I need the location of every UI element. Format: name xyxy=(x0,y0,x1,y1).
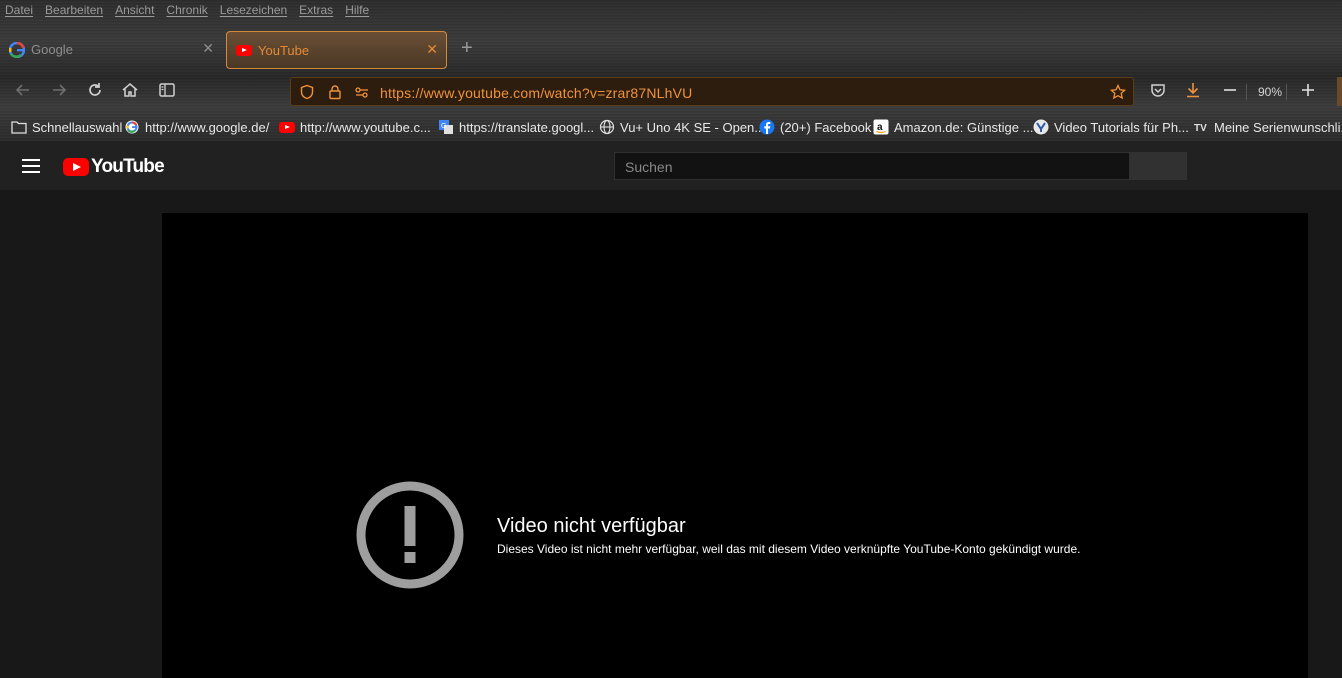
menu-hilfe[interactable]: Hilfe xyxy=(345,3,369,17)
svg-text:TV: TV xyxy=(1194,123,1207,134)
tv-icon: TV xyxy=(1193,119,1209,135)
url-prefix: https://www. xyxy=(380,85,458,101)
translate-icon: G xyxy=(438,119,454,135)
star-icon[interactable] xyxy=(1109,83,1127,100)
bookmark-google[interactable]: http://www.google.de/ xyxy=(124,119,269,135)
menu-extras[interactable]: Extras xyxy=(299,3,333,17)
folder-icon xyxy=(11,119,27,135)
menu-datei[interactable]: Datei xyxy=(5,3,33,17)
browser-chrome: Datei Bearbeiten Ansicht Chronik Lesezei… xyxy=(0,0,1342,141)
home-icon[interactable] xyxy=(119,81,141,103)
menu-ansicht[interactable]: Ansicht xyxy=(115,3,154,17)
globe-icon xyxy=(599,119,615,135)
toolbar-separator xyxy=(1286,84,1287,100)
youtube-play-icon xyxy=(63,158,89,176)
google-icon xyxy=(8,41,26,59)
new-tab-button[interactable]: + xyxy=(461,38,473,58)
permissions-icon[interactable] xyxy=(354,84,370,100)
zoom-in-icon[interactable] xyxy=(1297,81,1319,103)
bookmark-vu-uno[interactable]: Vu+ Uno 4K SE - Open... xyxy=(599,119,765,135)
bookmark-label: Amazon.de: Günstige ... xyxy=(894,119,1034,135)
svg-text:G: G xyxy=(441,123,446,130)
error-title: Video nicht verfügbar xyxy=(497,515,686,537)
menu-icon[interactable] xyxy=(22,159,40,173)
bookmark-amazon[interactable]: a Amazon.de: Günstige ... xyxy=(873,119,1033,135)
sidebar-icon[interactable] xyxy=(156,81,178,103)
bookmark-youtube[interactable]: http://www.youtube.c... xyxy=(279,119,431,135)
google-icon xyxy=(124,119,140,135)
bookmark-label: https://translate.googl... xyxy=(459,119,595,135)
youtube-icon xyxy=(236,43,252,59)
bookmark-schnellauswahl[interactable]: Schnellauswahl xyxy=(11,119,122,135)
bookmark-label: Video Tutorials für Ph... xyxy=(1054,119,1189,135)
bookmark-facebook[interactable]: (20+) Facebook xyxy=(759,119,871,135)
tab-google[interactable]: Google ✕ xyxy=(0,31,222,69)
error-message: Dieses Video ist nicht mehr verfügbar, w… xyxy=(497,542,1081,556)
tab-label: YouTube xyxy=(258,43,310,58)
url-path: /watch?v=zrar87NLhVU xyxy=(540,85,693,101)
search-input[interactable]: Suchen xyxy=(614,152,1130,180)
menu-bearbeiten[interactable]: Bearbeiten xyxy=(45,3,103,17)
close-icon[interactable]: ✕ xyxy=(202,40,214,57)
address-bar[interactable]: https://www.youtube.com/watch?v=zrar87NL… xyxy=(290,77,1134,106)
tab-youtube[interactable]: YouTube ✕ xyxy=(226,31,447,69)
reload-icon[interactable] xyxy=(84,81,106,103)
menu-bar: Datei Bearbeiten Ansicht Chronik Lesezei… xyxy=(0,0,375,20)
back-icon[interactable] xyxy=(12,81,34,103)
svg-text:a: a xyxy=(877,122,883,133)
navigation-toolbar: https://www.youtube.com/watch?v=zrar87NL… xyxy=(0,73,1342,111)
youtube-wordmark: YouTube xyxy=(91,156,165,177)
bookmark-label: Schnellauswahl xyxy=(32,119,123,135)
close-icon[interactable]: ✕ xyxy=(426,41,438,58)
shield-icon[interactable] xyxy=(299,84,315,100)
youtube-header: YouTube Suchen xyxy=(0,141,1342,190)
bookmark-label: http://www.google.de/ xyxy=(145,119,270,135)
facebook-icon xyxy=(759,119,775,135)
menu-chronik[interactable]: Chronik xyxy=(166,3,207,17)
url-host: youtube.com xyxy=(457,85,541,101)
bookmark-label: Vu+ Uno 4K SE - Open... xyxy=(620,119,766,135)
zoom-out-icon[interactable] xyxy=(1219,81,1241,103)
video-player[interactable]: Video nicht verfügbar Dieses Video ist n… xyxy=(162,213,1308,678)
download-icon[interactable] xyxy=(1182,81,1204,103)
tutorials-icon xyxy=(1033,119,1049,135)
alert-icon xyxy=(356,481,464,589)
bookmark-label: (20+) Facebook xyxy=(780,119,872,135)
toolbar-edge xyxy=(1337,77,1342,106)
pocket-icon[interactable] xyxy=(1147,81,1169,103)
zoom-level[interactable]: 90% xyxy=(1258,85,1282,99)
bookmark-video-tutorials[interactable]: Video Tutorials für Ph... xyxy=(1033,119,1189,135)
youtube-logo[interactable]: YouTube xyxy=(63,156,165,178)
tab-label: Google xyxy=(31,42,73,57)
bookmark-serienwunschliste[interactable]: TV Meine Serienwunschli... xyxy=(1193,119,1342,135)
bookmarks-toolbar: Schnellauswahl http://www.google.de/ htt… xyxy=(0,115,1342,139)
lock-icon[interactable] xyxy=(327,84,343,100)
search-button[interactable] xyxy=(1130,152,1187,180)
menu-lesezeichen[interactable]: Lesezeichen xyxy=(220,3,287,17)
bookmark-translate[interactable]: G https://translate.googl... xyxy=(438,119,594,135)
forward-icon[interactable] xyxy=(48,81,70,103)
bookmark-label: http://www.youtube.c... xyxy=(300,119,431,135)
amazon-icon: a xyxy=(873,119,889,135)
bookmark-label: Meine Serienwunschli... xyxy=(1214,119,1342,135)
url-text[interactable]: https://www.youtube.com/watch?v=zrar87NL… xyxy=(380,85,692,101)
toolbar-separator xyxy=(1246,84,1247,100)
youtube-icon xyxy=(279,119,295,135)
